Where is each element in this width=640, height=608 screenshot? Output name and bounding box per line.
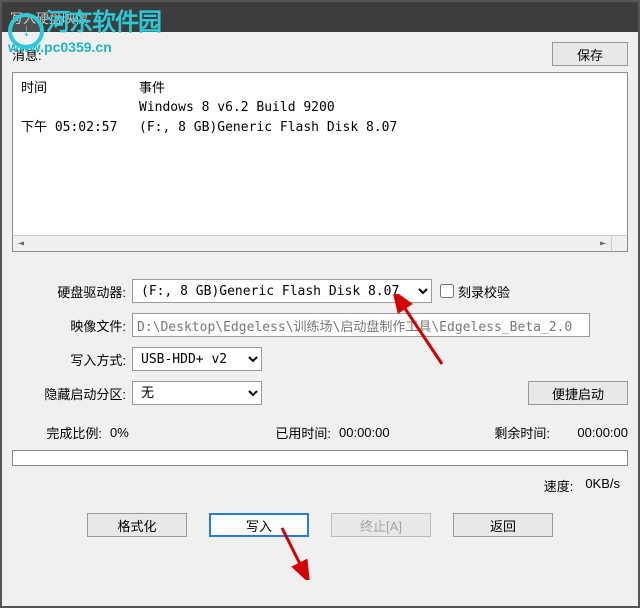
percent-label: 完成比例:	[12, 423, 102, 442]
stop-button: 终止[A]	[331, 513, 431, 537]
col-time-header: 时间	[21, 77, 139, 96]
remain-value: 00:00:00	[558, 425, 628, 440]
elapsed-value: 00:00:00	[339, 425, 409, 440]
scroll-corner	[611, 235, 627, 251]
drive-select[interactable]: (F:, 8 GB)Generic Flash Disk 8.07	[132, 279, 432, 303]
scroll-left-icon[interactable]: ◄	[13, 236, 29, 252]
elapsed-label: 已用时间:	[275, 423, 331, 442]
col-event-header: 事件	[139, 77, 165, 96]
log-header: 时间 事件	[13, 73, 627, 98]
image-path-input[interactable]	[132, 313, 590, 337]
percent-value: 0%	[110, 425, 190, 440]
progress-bar	[12, 450, 628, 466]
format-button[interactable]: 格式化	[87, 513, 187, 537]
log-row: Windows 8 v6.2 Build 9200	[21, 98, 619, 118]
save-button[interactable]: 保存	[552, 42, 628, 66]
scrollbar-horizontal[interactable]: ◄ ►	[13, 235, 611, 251]
verify-checkbox[interactable]: 刻录校验	[440, 282, 510, 301]
image-label: 映像文件:	[12, 316, 132, 335]
write-button[interactable]: 写入	[209, 513, 309, 537]
return-button[interactable]: 返回	[453, 513, 553, 537]
write-mode-select[interactable]: USB-HDD+ v2	[132, 347, 262, 371]
write-mode-label: 写入方式:	[12, 350, 132, 369]
drive-label: 硬盘驱动器:	[12, 282, 132, 301]
hide-partition-label: 隐藏启动分区:	[12, 384, 132, 403]
log-row: 下午 05:02:57 (F:, 8 GB)Generic Flash Disk…	[21, 118, 619, 138]
speed-label: 速度:	[544, 476, 574, 495]
easy-boot-button[interactable]: 便捷启动	[528, 381, 628, 405]
verify-checkbox-input[interactable]	[440, 284, 454, 298]
window-title: 写入硬盘映像	[10, 8, 88, 27]
speed-value: 0KB/s	[585, 476, 620, 495]
log-listbox[interactable]: 时间 事件 Windows 8 v6.2 Build 9200 下午 05:02…	[12, 72, 628, 252]
scroll-right-icon[interactable]: ►	[595, 236, 611, 252]
hide-partition-select[interactable]: 无	[132, 381, 262, 405]
message-label: 消息:	[12, 45, 62, 64]
remain-label: 剩余时间:	[494, 423, 550, 442]
titlebar: 写入硬盘映像	[2, 2, 638, 32]
